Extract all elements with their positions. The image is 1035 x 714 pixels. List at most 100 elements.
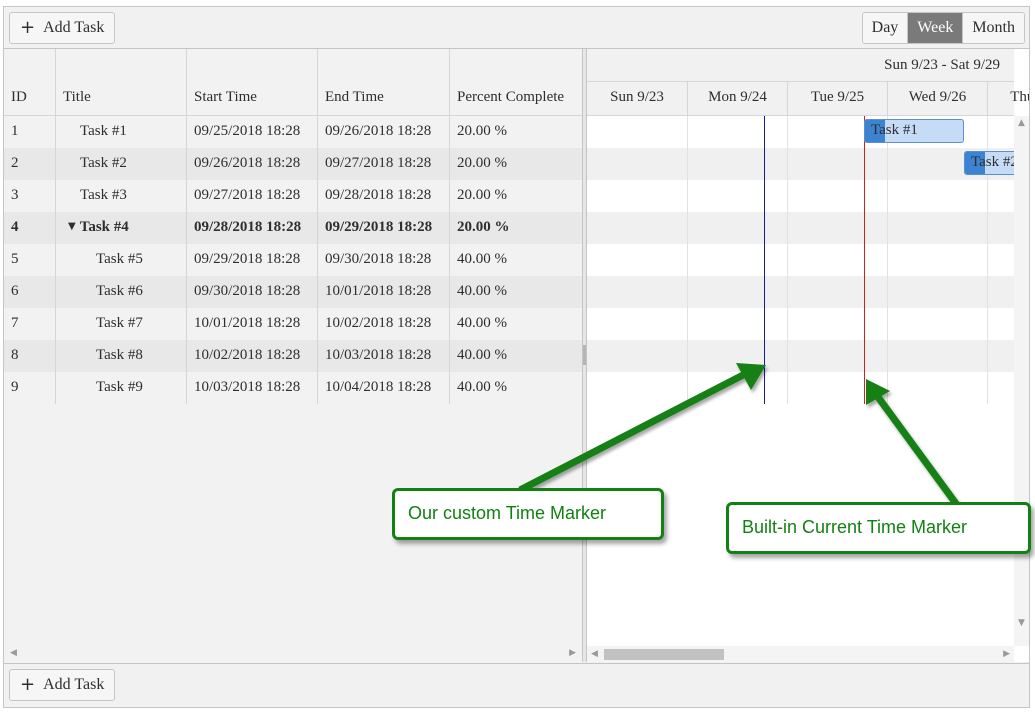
arrow-left-icon[interactable]: ◀ xyxy=(10,648,17,658)
cell-start-time: 10/02/2018 18:28 xyxy=(186,340,317,372)
add-task-button-bottom[interactable]: + Add Task xyxy=(9,669,116,701)
cell-start-time: 09/27/2018 18:28 xyxy=(186,180,317,212)
cell-end-time: 09/27/2018 18:28 xyxy=(317,148,449,180)
table-row[interactable]: 9 Task #9 10/03/2018 18:28 10/04/2018 18:28… xyxy=(4,372,582,404)
column-header-end-time[interactable]: End Time xyxy=(317,49,449,115)
column-header-id[interactable]: ID xyxy=(4,49,55,115)
cell-id: 4 xyxy=(4,212,55,244)
current-time-marker xyxy=(864,116,865,404)
column-header-percent-complete[interactable]: Percent Complete xyxy=(449,49,582,115)
vertical-scrollbar[interactable]: ▲ ▼ xyxy=(1014,116,1029,646)
cell-title: Task #9 xyxy=(55,372,186,404)
cell-start-time-text: 09/28/2018 18:28 xyxy=(194,219,302,235)
cell-percent-complete: 20.00 % xyxy=(449,180,582,212)
cell-title-text: Task #5 xyxy=(96,251,143,267)
view-month-button[interactable]: Month xyxy=(962,13,1024,43)
cell-end-time-text: 10/02/2018 18:28 xyxy=(325,315,432,331)
cell-id-text: 5 xyxy=(11,251,19,267)
cell-percent-complete: 20.00 % xyxy=(449,148,582,180)
cell-percent-complete-text: 40.00 % xyxy=(457,283,507,299)
cell-id-text: 7 xyxy=(11,315,19,331)
cell-percent-complete: 20.00 % xyxy=(449,116,582,148)
table-row[interactable]: 8 Task #8 10/02/2018 18:28 10/03/2018 18:28… xyxy=(4,340,582,372)
cell-end-time: 10/02/2018 18:28 xyxy=(317,308,449,340)
cell-percent-complete: 40.00 % xyxy=(449,372,582,404)
task-bar[interactable]: Task #1 xyxy=(864,119,964,143)
current-marker-callout: Built-in Current Time Marker xyxy=(726,502,1031,554)
cell-end-time-text: 09/26/2018 18:28 xyxy=(325,123,432,139)
cell-end-time: 10/01/2018 18:28 xyxy=(317,276,449,308)
cell-end-time: 09/30/2018 18:28 xyxy=(317,244,449,276)
timeline-row xyxy=(587,276,1014,308)
cell-title: Task #2 xyxy=(55,148,186,180)
cell-title: Task #8 xyxy=(55,340,186,372)
timeline-days-header: Sun 9/23 Mon 9/24Tue 9/25Wed 9/26Thu 9/27 xyxy=(587,82,1029,116)
view-week-button[interactable]: Week xyxy=(907,13,963,43)
plus-icon: + xyxy=(20,17,36,38)
cell-title-text: Task #2 xyxy=(80,155,127,171)
column-header-start-time[interactable]: Start Time xyxy=(186,49,317,115)
cell-percent-complete: 40.00 % xyxy=(449,276,582,308)
plus-icon: + xyxy=(20,674,36,695)
cell-start-time: 09/30/2018 18:28 xyxy=(186,276,317,308)
cell-title-text: Task #7 xyxy=(96,315,143,331)
timeline-row xyxy=(587,212,1014,244)
triangle-down-icon[interactable]: ▼ xyxy=(68,221,76,232)
cell-start-time-text: 10/01/2018 18:28 xyxy=(194,315,301,331)
cell-id: 3 xyxy=(4,180,55,212)
timeline-row xyxy=(587,148,1014,180)
table-row[interactable]: 5 Task #5 09/29/2018 18:28 09/30/2018 18:28… xyxy=(4,244,582,276)
table-row[interactable]: 2 Task #2 09/26/2018 18:28 09/27/2018 18:28… xyxy=(4,148,582,180)
cell-percent-complete-text: 20.00 % xyxy=(457,123,507,139)
arrow-up-icon[interactable]: ▲ xyxy=(1018,118,1025,128)
top-toolbar: + Add Task Day Week Month xyxy=(4,7,1029,49)
cell-end-time-text: 10/03/2018 18:28 xyxy=(325,347,432,363)
splitter-grip[interactable] xyxy=(583,345,586,365)
horizontal-scrollbar[interactable]: ◀ ▶ xyxy=(587,646,1014,662)
cell-end-time-text: 09/28/2018 18:28 xyxy=(325,187,432,203)
cell-start-time: 10/01/2018 18:28 xyxy=(186,308,317,340)
cell-end-time-text: 09/30/2018 18:28 xyxy=(325,251,432,267)
cell-start-time: 09/29/2018 18:28 xyxy=(186,244,317,276)
custom-time-marker xyxy=(764,116,765,404)
cell-id: 8 xyxy=(4,340,55,372)
view-day-button[interactable]: Day xyxy=(862,13,908,43)
cell-start-time: 09/28/2018 18:28 xyxy=(186,212,317,244)
cell-id-text: 8 xyxy=(11,347,19,363)
arrow-right-icon[interactable]: ▶ xyxy=(1003,649,1010,659)
cell-end-time-text: 09/27/2018 18:28 xyxy=(325,155,432,171)
cell-end-time-text: 09/29/2018 18:28 xyxy=(325,219,433,235)
timeline-row xyxy=(587,372,1014,404)
cell-title: Task #1 xyxy=(55,116,186,148)
table-row[interactable]: 3 Task #3 09/27/2018 18:28 09/28/2018 18:28… xyxy=(4,180,582,212)
arrow-right-icon[interactable]: ▶ xyxy=(569,648,576,658)
add-task-button[interactable]: + Add Task xyxy=(9,12,116,44)
cell-percent-complete-text: 40.00 % xyxy=(457,379,507,395)
cell-percent-complete: 20.00 % xyxy=(449,212,582,244)
table-row[interactable]: 4 ▼ Task #4 09/28/2018 18:28 09/29/2018 18:2… xyxy=(4,212,582,244)
table-row[interactable]: 6 Task #6 09/30/2018 18:28 10/01/2018 18:28… xyxy=(4,276,582,308)
task-bar-label: Task #1 xyxy=(871,122,918,138)
cell-percent-complete-text: 20.00 % xyxy=(457,155,507,171)
cell-id-text: 4 xyxy=(11,219,19,235)
cell-id-text: 3 xyxy=(11,187,19,203)
arrow-left-icon[interactable]: ◀ xyxy=(591,649,598,659)
cell-start-time-text: 09/30/2018 18:28 xyxy=(194,283,301,299)
view-switcher: Day Week Month xyxy=(861,12,1025,44)
timeline-row xyxy=(587,244,1014,276)
horizontal-scroll-thumb[interactable] xyxy=(604,649,724,660)
column-header-title[interactable]: Title xyxy=(55,49,186,115)
custom-marker-callout: Our custom Time Marker xyxy=(392,488,664,540)
day-gridline xyxy=(887,116,888,404)
arrow-down-icon[interactable]: ▼ xyxy=(1018,618,1025,628)
cell-percent-complete-text: 40.00 % xyxy=(457,251,507,267)
cell-percent-complete-text: 20.00 % xyxy=(457,187,507,203)
cell-start-time-text: 09/25/2018 18:28 xyxy=(194,123,301,139)
cell-title-text: Task #9 xyxy=(96,379,143,395)
cell-end-time-text: 10/04/2018 18:28 xyxy=(325,379,432,395)
table-row[interactable]: 7 Task #7 10/01/2018 18:28 10/02/2018 18:28… xyxy=(4,308,582,340)
cell-start-time-text: 09/26/2018 18:28 xyxy=(194,155,301,171)
cell-end-time: 10/04/2018 18:28 xyxy=(317,372,449,404)
timeline-row xyxy=(587,308,1014,340)
table-row[interactable]: 1 Task #1 09/25/2018 18:28 09/26/2018 18:28… xyxy=(4,116,582,148)
